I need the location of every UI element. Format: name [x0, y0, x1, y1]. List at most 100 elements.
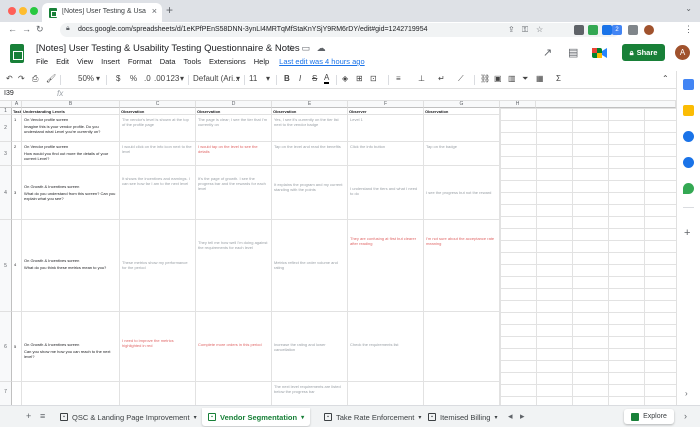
tasks-icon[interactable]: [683, 131, 694, 142]
task-number[interactable]: 4: [12, 220, 22, 312]
omnibox[interactable]: 🔒︎ docs.google.com/spreadsheets/d/1eKPfP…: [60, 23, 620, 37]
functions-icon[interactable]: Σ: [556, 74, 561, 83]
add-sheet-icon[interactable]: +: [26, 411, 31, 421]
more-formats-chevron-icon[interactable]: ▾: [180, 74, 184, 83]
scroll-tabs-left-icon[interactable]: ◂: [508, 411, 513, 422]
sheet-tab-itemised-billing[interactable]: ▪ Itemised Billing ▾: [422, 408, 503, 426]
contacts-icon[interactable]: [683, 157, 694, 168]
note-cell[interactable]: The vendor's level is shown at the top o…: [120, 115, 196, 142]
share-button[interactable]: 🔒︎ Share: [622, 44, 665, 61]
font-size-select[interactable]: 11: [249, 74, 257, 83]
collapse-toolbar-icon[interactable]: ⌃: [662, 74, 669, 83]
move-folder-icon[interactable]: ▭: [302, 43, 311, 53]
task-cell[interactable]: On Growth & Incentives screen What do yo…: [22, 220, 120, 312]
note-cell[interactable]: It shows the incentives and earnings. I …: [120, 166, 196, 220]
header-understanding[interactable]: Understanding Levels: [22, 108, 120, 115]
reload-icon[interactable]: ↻: [36, 24, 44, 35]
text-rotation-icon[interactable]: ⟋: [458, 74, 464, 84]
undo-icon[interactable]: ↶: [6, 74, 13, 83]
paint-format-icon[interactable]: 🖌︎: [46, 74, 56, 83]
close-window-dot[interactable]: [8, 7, 16, 15]
task-number[interactable]: 1: [12, 115, 22, 142]
chrome-menu-icon[interactable]: ⋮: [684, 24, 693, 35]
name-box[interactable]: I39: [4, 90, 14, 97]
task-number[interactable]: 5: [12, 312, 22, 382]
get-addons-icon[interactable]: +: [684, 227, 690, 239]
text-color-button[interactable]: A: [324, 74, 330, 84]
cloud-status-icon[interactable]: ☁: [317, 43, 326, 53]
column-header-f[interactable]: F: [348, 101, 424, 108]
sheet-tab-menu-icon[interactable]: ▾: [418, 414, 421, 421]
new-tab-icon[interactable]: +: [166, 3, 173, 17]
column-header-extra[interactable]: [536, 101, 676, 108]
fill-color-icon[interactable]: ◈: [342, 74, 348, 83]
keep-icon[interactable]: [683, 105, 694, 116]
zoom-select[interactable]: 50%: [78, 74, 94, 83]
note-cell[interactable]: These metrics show my performance for th…: [120, 220, 196, 312]
redo-icon[interactable]: ↷: [18, 74, 25, 83]
task-cell[interactable]: On Growth & Incentives screen What do yo…: [22, 166, 120, 220]
all-sheets-icon[interactable]: ≡: [40, 411, 45, 421]
note-cell[interactable]: Level 1: [348, 115, 424, 142]
menu-edit[interactable]: Edit: [56, 57, 77, 69]
note-cell[interactable]: [120, 382, 196, 405]
collapse-explore-icon[interactable]: ›: [684, 411, 687, 421]
extension-badge-icon[interactable]: 2: [612, 25, 622, 35]
print-icon[interactable]: ⎙: [32, 74, 38, 84]
insert-link-icon[interactable]: ⛓︎: [480, 74, 490, 83]
menu-data[interactable]: Data: [160, 57, 184, 69]
column-header-e[interactable]: E: [272, 101, 348, 108]
note-cell[interactable]: [348, 382, 424, 405]
zoom-chevron-icon[interactable]: ▾: [96, 74, 100, 83]
document-title[interactable]: [Notes] User Testing & Usability Testing…: [36, 43, 300, 54]
sheet-tab-vendor-segmentation[interactable]: ▪ Vendor Segmentation ▾: [202, 408, 311, 426]
note-cell[interactable]: I would click on the info icon next to t…: [120, 142, 196, 166]
calendar-icon[interactable]: [683, 79, 694, 90]
row-header-6[interactable]: 6: [0, 312, 12, 382]
font-chevron-icon[interactable]: ▾: [236, 74, 240, 83]
note-cell[interactable]: [424, 115, 500, 142]
italic-button[interactable]: I: [299, 74, 301, 83]
sheets-logo-icon[interactable]: [10, 44, 24, 63]
merge-cells-icon[interactable]: ⊡: [370, 74, 377, 83]
menu-help[interactable]: Help: [254, 57, 277, 69]
activity-trend-icon[interactable]: ↗: [543, 46, 552, 59]
increase-decimal-button[interactable]: .00: [154, 74, 165, 83]
note-cell[interactable]: They are confusing at first but clearer …: [348, 220, 424, 312]
note-cell[interactable]: I see the progress but not the reward: [424, 166, 500, 220]
decrease-decimal-button[interactable]: .0: [144, 74, 151, 83]
back-icon[interactable]: ←: [8, 24, 17, 34]
row-header-3[interactable]: 3: [0, 142, 12, 166]
insert-comment-icon[interactable]: ▣: [494, 74, 502, 83]
note-cell[interactable]: It explains the program and my current s…: [272, 166, 348, 220]
hide-side-panel-icon[interactable]: ›: [685, 389, 688, 398]
column-header-c[interactable]: C: [120, 101, 196, 108]
extension-icon-1[interactable]: [574, 25, 584, 35]
task-cell[interactable]: On Vendor profile screen Imagine this is…: [22, 115, 120, 142]
minimize-window-dot[interactable]: [19, 7, 27, 15]
note-cell[interactable]: The page is clear; I see the tier that I…: [196, 115, 272, 142]
note-cell[interactable]: [196, 382, 272, 405]
task-number[interactable]: 3: [12, 166, 22, 220]
task-cell[interactable]: [22, 382, 120, 405]
extension-icon-2[interactable]: [588, 25, 598, 35]
sheet-tab-menu-icon[interactable]: ▾: [494, 414, 497, 421]
note-cell[interactable]: Tap on the level and read the benefits: [272, 142, 348, 166]
row-header-5[interactable]: 5: [0, 220, 12, 312]
currency-format-button[interactable]: $: [116, 74, 120, 83]
row-header-2[interactable]: 2: [0, 115, 12, 142]
strikethrough-button[interactable]: S: [312, 74, 317, 83]
column-header-g[interactable]: G: [424, 101, 500, 108]
column-header-d[interactable]: D: [196, 101, 272, 108]
avatar[interactable]: A: [675, 45, 690, 60]
note-cell[interactable]: Tap on the badge: [424, 142, 500, 166]
bold-button[interactable]: B: [284, 74, 290, 83]
empty-cells-area[interactable]: [500, 108, 676, 405]
row-header-4[interactable]: 4: [0, 166, 12, 220]
note-cell[interactable]: I would tap on the level to see the deta…: [196, 142, 272, 166]
filter-views-icon[interactable]: ▦: [536, 74, 544, 83]
browser-tab[interactable]: [Notes] User Testing & Usabili ×: [42, 3, 162, 22]
row-header-1[interactable]: 1: [0, 108, 12, 115]
text-wrapping-icon[interactable]: ↵: [438, 74, 445, 83]
menu-extensions[interactable]: Extensions: [209, 57, 254, 69]
